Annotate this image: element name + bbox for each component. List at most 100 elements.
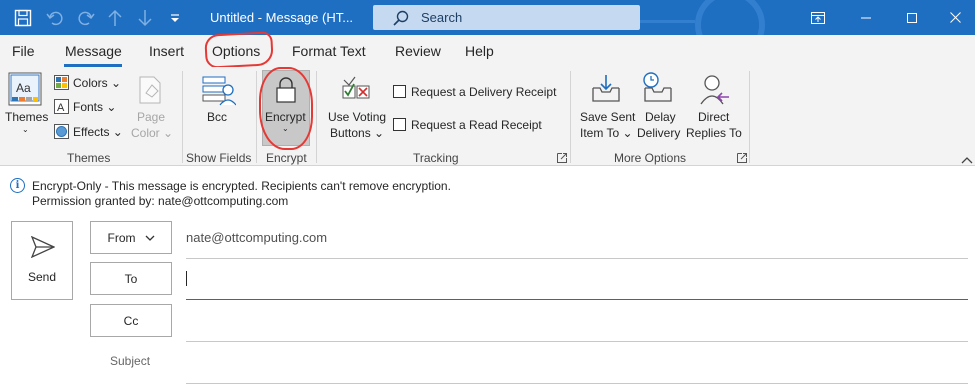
encryption-info-bar: i Encrypt-Only - This message is encrypt… [10, 178, 451, 208]
to-button[interactable]: To [90, 262, 172, 295]
from-field-divider [186, 258, 968, 259]
send-icon [30, 235, 56, 261]
effects-icon [54, 124, 69, 142]
permission-text: Permission granted by: nate@ottcomputing… [32, 194, 289, 208]
group-separator [316, 71, 317, 163]
tab-help[interactable]: Help [465, 43, 494, 59]
from-address: nate@ottcomputing.com [186, 230, 328, 245]
customize-toolbar-icon[interactable] [170, 9, 180, 27]
themes-group-label: Themes [67, 151, 111, 165]
tab-file[interactable]: File [12, 43, 35, 59]
colors-icon [54, 75, 69, 93]
maximize-button[interactable] [889, 0, 935, 35]
down-arrow-icon[interactable] [138, 9, 152, 27]
redo-icon[interactable] [77, 9, 95, 27]
title-bar: Untitled - Message (HT... Search [0, 0, 975, 35]
fonts-icon: A [54, 99, 69, 117]
tracking-dialog-launcher-icon[interactable] [557, 152, 567, 163]
delay-line2[interactable]: Delivery [637, 126, 680, 140]
to-label: To [124, 271, 138, 286]
annotation-circle-options [204, 31, 274, 69]
read-receipt-label[interactable]: Request a Read Receipt [411, 118, 542, 132]
from-label: From [107, 230, 136, 245]
svg-text:A: A [57, 102, 65, 114]
send-button[interactable]: Send [11, 221, 73, 300]
delay-delivery-icon[interactable] [641, 72, 675, 107]
text-cursor [186, 271, 187, 286]
close-button[interactable] [932, 0, 975, 35]
subject-label: Subject [110, 354, 151, 368]
tracking-group-label: Tracking [413, 151, 459, 165]
minimize-button[interactable] [843, 0, 889, 35]
effects-label: Effects [73, 125, 110, 139]
minimize-icon [861, 17, 871, 18]
chevron-down-icon [145, 235, 154, 241]
background-decoration [695, 0, 765, 35]
direct-replies-icon[interactable] [699, 73, 731, 108]
bcc-button-label[interactable]: Bcc [207, 110, 227, 124]
undo-icon[interactable] [46, 9, 64, 27]
tab-insert[interactable]: Insert [149, 43, 184, 59]
delivery-receipt-checkbox[interactable] [393, 85, 406, 98]
ribbon-display-icon [811, 11, 825, 24]
fonts-button[interactable]: Fonts ⌄ [73, 100, 116, 114]
voting-line2: Buttons [330, 126, 371, 140]
annotation-circle-encrypt [259, 67, 313, 150]
collapse-ribbon-icon[interactable] [961, 153, 973, 164]
page-color-line1: Page [137, 110, 166, 124]
tab-review[interactable]: Review [395, 43, 441, 59]
up-arrow-icon[interactable] [108, 9, 122, 27]
cc-button[interactable]: Cc [90, 304, 172, 337]
page-color-button: Color ⌄ [131, 126, 174, 140]
bcc-icon[interactable] [202, 75, 237, 110]
themes-dropdown-icon[interactable]: ⌄ [22, 125, 29, 134]
direct-line2[interactable]: Replies To [686, 126, 742, 140]
direct-line1[interactable]: Direct [698, 110, 729, 124]
svg-text:Aa: Aa [16, 81, 31, 95]
ribbon-tabs: File Message Insert Options Format Text … [0, 35, 975, 67]
cc-input[interactable] [186, 341, 968, 342]
tab-format-text[interactable]: Format Text [292, 43, 366, 59]
save-sent-item-button[interactable]: Item To ⌄ [580, 126, 633, 140]
voting-buttons-button[interactable]: Buttons ⌄ [330, 126, 384, 140]
effects-button[interactable]: Effects ⌄ [73, 125, 123, 139]
group-separator [570, 71, 571, 163]
save-sent-line1[interactable]: Save Sent [580, 110, 635, 124]
save-sent-line2: Item To [580, 126, 620, 140]
ribbon: Aa Themes ⌄ Colors ⌄ A Fonts ⌄ Effects ⌄… [0, 67, 975, 166]
fonts-label: Fonts [73, 100, 104, 114]
read-receipt-checkbox[interactable] [393, 118, 406, 131]
page-color-icon [136, 75, 164, 108]
maximize-icon [907, 12, 917, 23]
more-options-group-label: More Options [614, 151, 687, 165]
themes-icon[interactable]: Aa [8, 72, 44, 108]
voting-buttons-icon[interactable] [341, 74, 373, 109]
tab-message[interactable]: Message [65, 43, 122, 59]
search-icon [393, 10, 409, 26]
close-icon [949, 12, 961, 23]
colors-button[interactable]: Colors ⌄ [73, 76, 121, 90]
ribbon-display-options-button[interactable] [795, 0, 841, 35]
voting-line1[interactable]: Use Voting [328, 110, 386, 124]
search-placeholder: Search [421, 10, 463, 25]
from-button[interactable]: From [90, 221, 172, 254]
themes-button-label[interactable]: Themes [5, 110, 48, 124]
show-fields-group-label: Show Fields [186, 151, 252, 165]
subject-input[interactable] [186, 383, 968, 384]
colors-label: Colors [73, 76, 108, 90]
encrypt-group-label: Encrypt [266, 151, 307, 165]
window-title: Untitled - Message (HT... [210, 10, 354, 25]
encryption-status-text: Encrypt-Only - This message is encrypted… [32, 178, 451, 193]
more-options-dialog-launcher-icon[interactable] [737, 152, 747, 163]
group-separator [256, 71, 257, 163]
info-icon: i [10, 178, 25, 193]
to-input[interactable] [186, 299, 968, 300]
group-separator [749, 71, 750, 163]
delivery-receipt-label[interactable]: Request a Delivery Receipt [411, 85, 556, 99]
delay-line1[interactable]: Delay [645, 110, 676, 124]
save-sent-item-icon[interactable] [591, 74, 621, 107]
group-separator [182, 71, 183, 163]
search-box[interactable]: Search [373, 5, 640, 30]
send-label: Send [27, 270, 57, 284]
save-icon[interactable] [14, 9, 32, 27]
